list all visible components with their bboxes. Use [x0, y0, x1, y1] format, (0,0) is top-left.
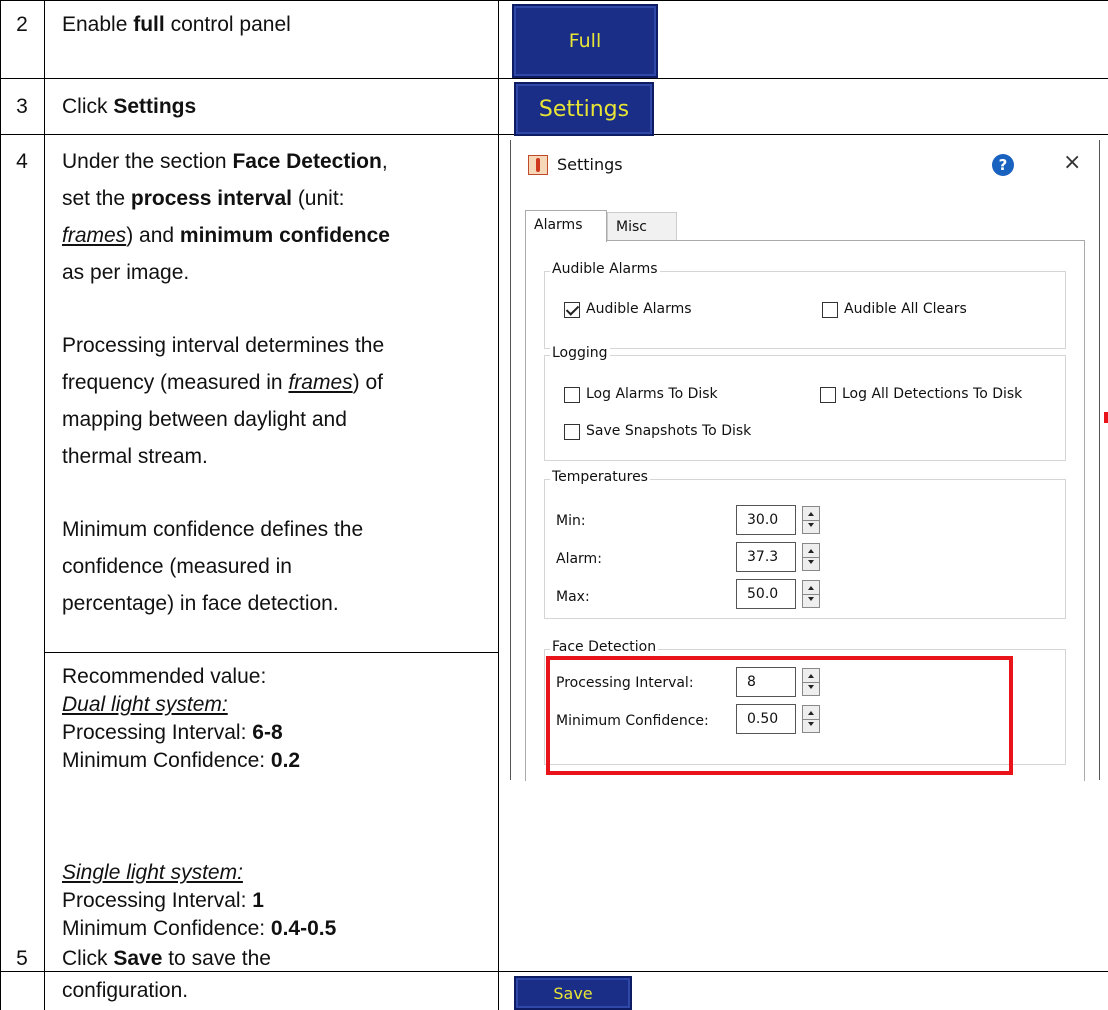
full-button[interactable]: Full: [512, 4, 658, 78]
step-number: 2: [16, 13, 28, 36]
log-all-detections-label: Log All Detections To Disk: [842, 386, 1023, 402]
max-temperature-input[interactable]: 50.0: [736, 579, 796, 609]
instruction-line: thermal stream.: [62, 445, 208, 468]
instruction-table: 2 Enable full control panel Full 3 Click…: [0, 0, 1108, 1010]
step-number: 3: [16, 95, 28, 118]
dialog-title: Settings: [557, 155, 623, 174]
instruction-line: confidence (measured in: [62, 555, 292, 578]
instruction-line: as per image.: [62, 261, 190, 284]
logging-group: [544, 355, 1066, 461]
instruction-line: frequency (measured in frames) of: [62, 371, 383, 394]
column-divider-number: [44, 0, 45, 1010]
audible-alarms-group-label: Audible Alarms: [550, 261, 660, 277]
step-text: Enable full control panel: [62, 13, 291, 36]
max-temperature-spinner[interactable]: [802, 580, 820, 608]
settings-button[interactable]: Settings: [514, 82, 654, 136]
instruction-line: mapping between daylight and: [62, 408, 347, 431]
save-button[interactable]: Save: [514, 976, 632, 1010]
alarm-temperature-spinner[interactable]: [802, 543, 820, 571]
instruction-line: Under the section Face Detection,: [62, 150, 388, 173]
face-detection-highlight-box: [546, 656, 1013, 775]
close-icon[interactable]: ×: [1063, 150, 1081, 175]
audible-all-clears-label: Audible All Clears: [844, 301, 967, 317]
dual-minimum-confidence: Minimum Confidence: 0.2: [62, 749, 301, 772]
single-minimum-confidence: Minimum Confidence: 0.4-0.5: [62, 917, 337, 940]
thermometer-icon: [528, 155, 548, 175]
full-button-label: Full: [568, 30, 602, 52]
audible-alarms-label: Audible Alarms: [586, 301, 692, 317]
temperatures-group-label: Temperatures: [550, 469, 650, 485]
face-detection-group-label: Face Detection: [550, 639, 659, 655]
instruction-line: Minimum confidence defines the: [62, 518, 364, 541]
tab-misc[interactable]: Misc: [607, 212, 677, 240]
settings-button-label: Settings: [538, 96, 630, 122]
instruction-line: percentage) in face detection.: [62, 592, 339, 615]
alarm-label: Alarm:: [556, 551, 602, 567]
help-icon[interactable]: ?: [992, 154, 1014, 176]
log-all-detections-checkbox[interactable]: [820, 387, 836, 403]
instruction-line: set the process interval (unit:: [62, 187, 345, 210]
audible-alarms-checkbox[interactable]: [564, 302, 580, 318]
tab-alarms[interactable]: Alarms: [525, 210, 607, 242]
max-label: Max:: [556, 589, 590, 605]
audible-all-clears-checkbox[interactable]: [822, 302, 838, 318]
step-number: 5: [16, 947, 28, 970]
recommended-heading: Recommended value:: [62, 665, 267, 688]
single-light-heading: Single light system:: [62, 861, 243, 884]
dual-processing-interval: Processing Interval: 6-8: [62, 721, 283, 744]
table-border-top: [0, 0, 1108, 1]
dual-light-heading: Dual light system:: [62, 693, 228, 716]
min-label: Min:: [556, 513, 586, 529]
step-number: 4: [16, 150, 28, 173]
min-temperature-spinner[interactable]: [802, 506, 820, 534]
dialog-titlebar: Settings ? ×: [511, 140, 1099, 192]
save-button-label: Save: [553, 983, 593, 1003]
edge-red-mark: [1104, 412, 1108, 423]
save-snapshots-label: Save Snapshots To Disk: [586, 423, 752, 439]
column-divider-text: [498, 0, 499, 1010]
instruction-line: Processing interval determines the: [62, 334, 385, 357]
instruction-line: frames) and minimum confidence: [62, 224, 390, 247]
row-divider-4-inner: [44, 652, 498, 653]
step-text-continued: configuration.: [62, 979, 189, 1002]
logging-group-label: Logging: [550, 345, 610, 361]
min-temperature-input[interactable]: 30.0: [736, 505, 796, 535]
single-processing-interval: Processing Interval: 1: [62, 889, 264, 912]
row-divider-2: [0, 78, 1108, 79]
save-snapshots-checkbox[interactable]: [564, 424, 580, 440]
log-alarms-label: Log Alarms To Disk: [586, 386, 718, 402]
step-text: Click Settings: [62, 95, 197, 118]
log-alarms-checkbox[interactable]: [564, 387, 580, 403]
alarm-temperature-input[interactable]: 37.3: [736, 542, 796, 572]
step-text: Click Save to save the: [62, 947, 271, 970]
